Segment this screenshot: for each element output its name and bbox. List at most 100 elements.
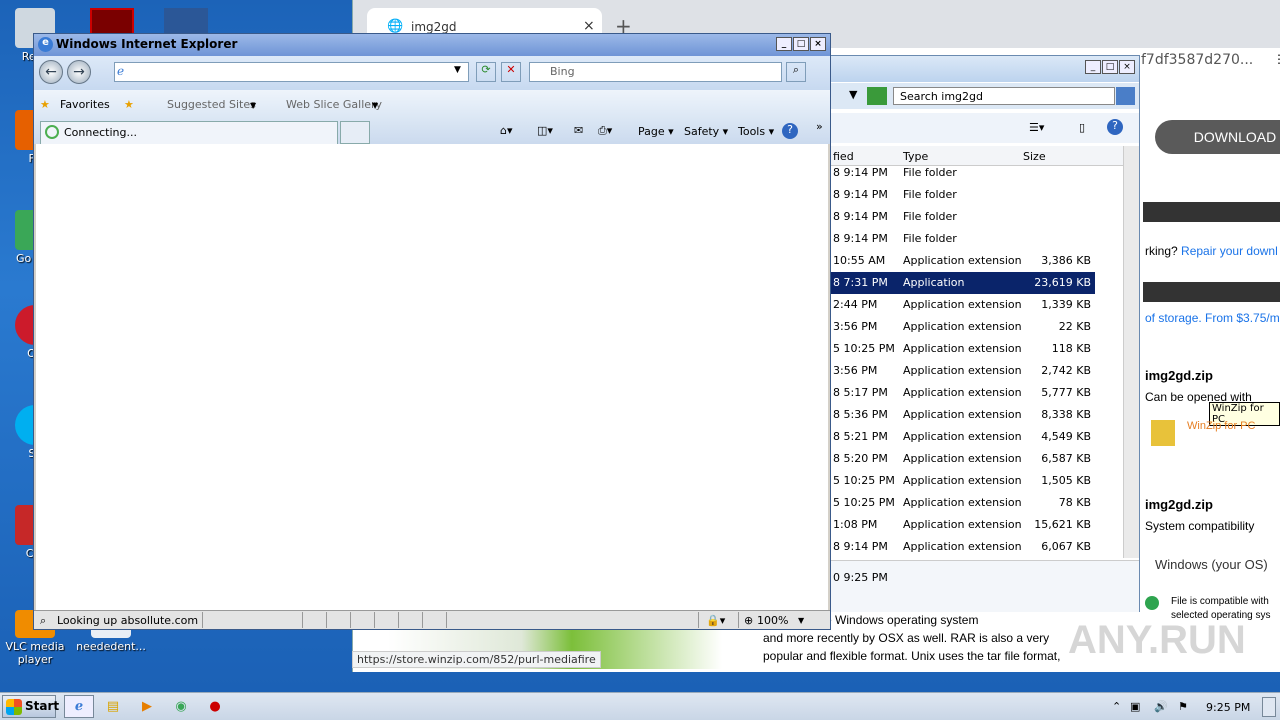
taskbar-opera-icon[interactable]: ● — [200, 695, 230, 718]
row-size: 22 KB — [1058, 320, 1091, 333]
tray-network-icon[interactable]: ▣ — [1130, 700, 1140, 713]
file-row[interactable]: 10:55 AM Application extension 3,386 KB — [829, 250, 1095, 272]
ie-tab[interactable]: Connecting... — [40, 121, 338, 144]
taskbar-ie-icon[interactable]: ℯ — [64, 695, 94, 718]
file-row[interactable]: 8 7:31 PM Application 23,619 KB — [829, 272, 1095, 294]
views-icon[interactable]: ☰▾ — [1029, 121, 1044, 134]
favorites-button[interactable]: Favorites — [60, 98, 110, 111]
minimize-button[interactable]: _ — [1085, 60, 1101, 74]
file-row[interactable]: 5 10:25 PM Application extension 78 KB — [829, 492, 1095, 514]
back-button[interactable]: ← — [39, 60, 63, 84]
file-row[interactable]: 5 10:25 PM Application extension 1,505 KB — [829, 470, 1095, 492]
explorer-window: _ □ × ▼ Search img2gd ☰▾ ▯ ? fied Type Siz… — [828, 55, 1140, 612]
ie-address-input[interactable]: ℯ ▼ — [114, 62, 469, 82]
page-icon: ℯ — [117, 64, 125, 78]
file-row[interactable]: 8 9:14 PM File folder — [829, 206, 1095, 228]
help-icon[interactable]: ? — [1107, 119, 1123, 135]
globe-icon: 🌐 — [387, 19, 404, 34]
row-size: 15,621 KB — [1034, 518, 1091, 531]
explorer-titlebar: _ □ × — [829, 56, 1139, 82]
zoom-dropdown-icon[interactable]: ▼ — [798, 616, 804, 625]
protected-mode-icon[interactable]: 🔒▾ — [706, 614, 725, 627]
web-slice-gallery-link[interactable]: Web Slice Gallery — [286, 98, 382, 111]
maximize-button[interactable]: □ — [793, 37, 809, 51]
file-row[interactable]: 2:44 PM Application extension 1,339 KB — [829, 294, 1095, 316]
close-button[interactable]: × — [810, 37, 826, 51]
preview-pane-icon[interactable]: ▯ — [1079, 121, 1085, 134]
file-row[interactable]: 1:08 PM Application extension 15,621 KB — [829, 514, 1095, 536]
explorer-search-input[interactable]: Search img2gd — [893, 87, 1115, 105]
file-row[interactable]: 8 9:14 PM File folder — [829, 184, 1095, 206]
search-icon[interactable]: ⌕ — [786, 62, 806, 82]
close-button[interactable]: × — [1119, 60, 1135, 74]
scrollbar[interactable] — [1123, 146, 1139, 558]
search-icon[interactable] — [1116, 87, 1135, 105]
file-row[interactable]: 8 5:36 PM Application extension 8,338 KB — [829, 404, 1095, 426]
tray-volume-icon[interactable]: 🔊 — [1154, 700, 1168, 713]
file-name-heading-2: img2gd.zip — [1145, 497, 1213, 512]
row-size: 23,619 KB — [1034, 276, 1091, 289]
mail-icon[interactable]: ✉ — [574, 124, 583, 137]
row-size: 8,338 KB — [1041, 408, 1091, 421]
address-dropdown-icon[interactable]: ▼ — [454, 65, 461, 75]
page-menu[interactable]: Page ▾ — [638, 125, 674, 138]
row-size: 6,067 KB — [1041, 540, 1091, 553]
maximize-button[interactable]: □ — [1102, 60, 1118, 74]
feeds-icon[interactable]: ◫▾ — [537, 124, 553, 137]
chevron-down-icon: ▼ — [250, 101, 257, 110]
kebab-menu-icon[interactable]: ⋮ — [1273, 52, 1280, 66]
body-text: popular and flexible format. Unix uses t… — [763, 649, 1061, 663]
ie-search-input[interactable]: Bing — [529, 62, 782, 82]
chevron-down-icon: ▼ — [372, 101, 379, 110]
tray-arrow-icon[interactable]: ⌃ — [1112, 700, 1121, 713]
ie-content-area[interactable] — [36, 144, 828, 610]
start-button[interactable]: Start — [2, 695, 59, 718]
row-date: 8 9:14 PM — [833, 166, 888, 179]
row-type: File folder — [903, 166, 957, 179]
file-row[interactable]: 8 5:17 PM Application extension 5,777 KB — [829, 382, 1095, 404]
compat-text: File is compatible with — [1171, 596, 1269, 607]
add-favorite-icon[interactable]: ★ — [124, 98, 134, 111]
new-tab-button[interactable] — [340, 121, 370, 144]
file-row[interactable]: 8 9:14 PM File folder — [829, 162, 1095, 184]
chevron-right-icon[interactable]: » — [816, 120, 823, 133]
row-type: Application — [903, 276, 965, 289]
forward-button[interactable]: → — [67, 60, 91, 84]
refresh-icon[interactable] — [867, 87, 887, 105]
file-row[interactable]: 3:56 PM Application extension 22 KB — [829, 316, 1095, 338]
taskbar-chrome-icon[interactable]: ◉ — [166, 695, 196, 718]
home-icon[interactable]: ⌂▾ — [500, 124, 513, 137]
show-desktop-button[interactable] — [1262, 697, 1276, 717]
winzip-link[interactable]: WinZip for PC — [1187, 420, 1255, 432]
zoom-level[interactable]: 100% — [757, 614, 788, 627]
taskbar-media-icon[interactable]: ▶ — [132, 695, 162, 718]
row-date: 8 9:14 PM — [833, 188, 888, 201]
repair-link[interactable]: Repair your downl — [1181, 244, 1278, 258]
minimize-button[interactable]: _ — [776, 37, 792, 51]
file-row[interactable]: 5 10:25 PM Application extension 118 KB — [829, 338, 1095, 360]
url-text[interactable]: f7df3587d270... — [1141, 52, 1253, 68]
refresh-icon[interactable]: ⟳ — [476, 62, 496, 82]
status-text: Looking up absollute.com — [57, 614, 199, 627]
help-icon[interactable]: ? — [782, 123, 798, 139]
body-text: and more recently by OSX as well. RAR is… — [763, 631, 1050, 645]
file-row[interactable]: 8 9:14 PM File folder — [829, 228, 1095, 250]
taskbar-explorer-icon[interactable]: ▤ — [98, 695, 128, 718]
tools-menu[interactable]: Tools ▾ — [738, 125, 774, 138]
clock[interactable]: 9:25 PM — [1206, 701, 1250, 714]
file-row[interactable]: 3:56 PM Application extension 2,742 KB — [829, 360, 1095, 382]
close-tab-icon[interactable]: × — [583, 18, 595, 34]
download-button[interactable]: DOWNLOAD — [1155, 120, 1280, 154]
dropdown-icon[interactable]: ▼ — [849, 88, 857, 101]
tray-flag-icon[interactable]: ⚑ — [1178, 700, 1188, 713]
row-type: Application extension — [903, 364, 1022, 377]
storage-link[interactable]: of storage. From $3.75/m — [1145, 311, 1280, 325]
file-row[interactable]: 8 5:20 PM Application extension 6,587 KB — [829, 448, 1095, 470]
file-row[interactable]: 8 9:14 PM Application extension 6,067 KB — [829, 536, 1095, 558]
safety-menu[interactable]: Safety ▾ — [684, 125, 728, 138]
file-row[interactable]: 8 5:21 PM Application extension 4,549 KB — [829, 426, 1095, 448]
row-size: 78 KB — [1058, 496, 1091, 509]
stop-icon[interactable]: ✕ — [501, 62, 521, 82]
suggested-sites-link[interactable]: Suggested Sites — [167, 98, 256, 111]
print-icon[interactable]: ⎙▾ — [598, 124, 612, 138]
